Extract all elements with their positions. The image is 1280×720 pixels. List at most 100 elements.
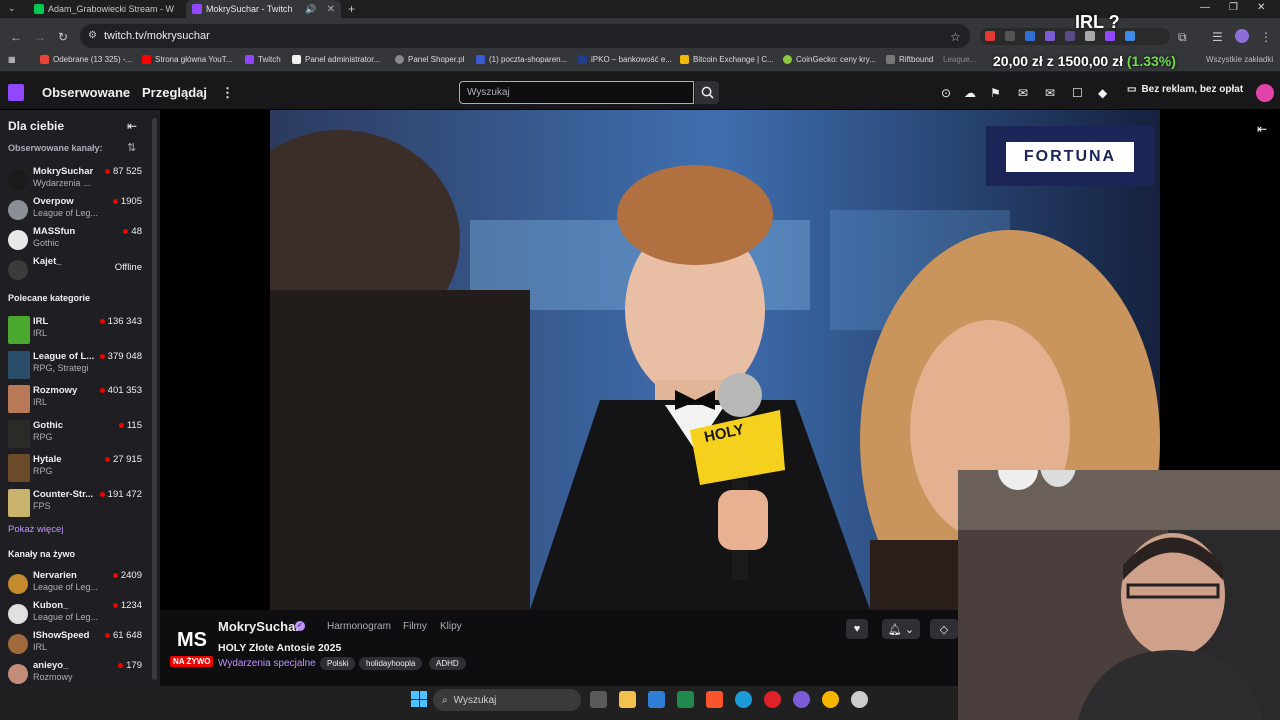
file-explorer-icon[interactable] <box>619 691 636 708</box>
speaker-icon[interactable]: 🔊 <box>305 4 316 15</box>
bookmark-star-icon[interactable]: ☆ <box>950 30 961 44</box>
twitch-logo-icon[interactable] <box>8 84 24 101</box>
category-thumbnail <box>8 489 30 517</box>
channel-item[interactable]: Nervarien League of Leg... 2409 <box>0 570 150 602</box>
tag-pill[interactable]: holidayhoopla <box>359 657 423 670</box>
close-icon[interactable]: ✕ <box>327 4 335 15</box>
extension-icon[interactable] <box>1125 31 1135 41</box>
profile-avatar[interactable] <box>1235 29 1249 43</box>
heart-icon: ♥ <box>853 623 861 635</box>
category-item[interactable]: Rozmowy IRL 401 353 <box>0 385 150 417</box>
sort-icon[interactable]: ⇅ <box>127 141 136 154</box>
apps-grid-icon[interactable]: ▦ <box>8 55 16 64</box>
browser-tab-active[interactable]: MokrySuchar - Twitch 🔊 ✕ <box>186 0 341 18</box>
more-kebab-icon[interactable]: ⋮ <box>221 85 234 101</box>
back-icon[interactable]: ← <box>10 30 22 44</box>
settings-gear-icon[interactable] <box>851 691 868 708</box>
bookmark-item[interactable]: League... <box>943 55 976 64</box>
extensions-puzzle-icon[interactable]: ⧉ <box>1178 30 1187 45</box>
tag-pill[interactable]: Polski <box>320 657 356 670</box>
notifications-button[interactable]: 🔔︎ ⌄ <box>882 619 920 639</box>
restore-icon[interactable]: ❐ <box>1229 2 1238 13</box>
store-icon[interactable] <box>648 691 665 708</box>
follow-heart-button[interactable]: ♥ <box>846 619 868 639</box>
new-tab-button[interactable]: + <box>348 2 355 16</box>
whispers-icon[interactable]: ☐ <box>1072 86 1083 100</box>
channel-name[interactable]: MokrySuchar <box>218 619 300 634</box>
collapse-sidebar-icon[interactable]: ⇤ <box>127 119 137 133</box>
channel-item[interactable]: Kubon_ League of Leg... 1234 <box>0 600 150 632</box>
reload-icon[interactable]: ↻ <box>58 30 68 44</box>
search-button[interactable] <box>695 81 719 104</box>
menu-kebab-icon[interactable]: ⋮ <box>1260 30 1272 44</box>
channel-avatar[interactable]: MS <box>172 620 212 660</box>
reading-list-icon[interactable]: ☰ <box>1212 30 1223 44</box>
channel-item[interactable]: Kajet_ Offline <box>0 256 150 288</box>
bookmark-item[interactable]: Panel Shoper.pl <box>395 55 465 64</box>
close-window-icon[interactable]: ✕ <box>1257 2 1265 13</box>
tag-pill[interactable]: ADHD <box>429 657 466 670</box>
bookmark-item[interactable]: Strona główna YouT... <box>142 55 232 64</box>
address-bar[interactable] <box>80 24 970 48</box>
brave-icon[interactable] <box>706 691 723 708</box>
crown-icon[interactable]: ⊙ <box>941 86 951 100</box>
windows-start-icon[interactable] <box>411 691 427 707</box>
sidebar-scrollbar[interactable] <box>152 118 157 680</box>
excel-icon[interactable] <box>677 691 694 708</box>
channel-item[interactable]: IShowSpeed IRL 61 648 <box>0 630 150 662</box>
prime-icon[interactable]: ☁ <box>964 86 976 100</box>
bookmark-item[interactable]: Twitch <box>245 55 281 64</box>
extension-icon[interactable] <box>1065 31 1075 41</box>
extension-icon[interactable] <box>1025 31 1035 41</box>
task-view-icon[interactable] <box>590 691 607 708</box>
bookmark-item[interactable]: Bitcoin Exchange | C... <box>680 55 774 64</box>
extension-icon[interactable] <box>1045 31 1055 41</box>
messages-icon[interactable]: ✉ <box>1045 86 1055 100</box>
category-item[interactable]: League of L... RPG, Strategi 379 048 <box>0 350 150 383</box>
category-item[interactable]: Hytale RPG 27 915 <box>0 454 150 486</box>
show-more-link[interactable]: Pokaż więcej <box>8 524 63 535</box>
subscribe-button[interactable]: ◇ <box>930 619 958 639</box>
browser-tab[interactable]: Adam_Grabowiecki Stream - W ✕ <box>28 0 178 18</box>
mail-icon <box>476 55 485 64</box>
minimize-icon[interactable]: — <box>1200 2 1210 13</box>
site-info-icon[interactable]: ⚙ <box>88 30 97 41</box>
bookmark-item[interactable]: iPKO – bankowość e... <box>578 55 672 64</box>
no-ads-button[interactable]: ▭ Bez reklam, bez opłat <box>1127 84 1243 95</box>
edge-icon[interactable] <box>735 691 752 708</box>
tab-videos[interactable]: Filmy <box>403 621 427 632</box>
discord-icon[interactable] <box>793 691 810 708</box>
extension-icon[interactable] <box>985 31 995 41</box>
forward-icon[interactable]: → <box>34 30 46 44</box>
bookmark-item[interactable]: Odebrane (13 325) -... <box>40 55 132 64</box>
tab-clips[interactable]: Klipy <box>440 621 462 632</box>
channel-item[interactable]: MASSfun Gothic 48 <box>0 226 150 258</box>
category-item[interactable]: IRL IRL 136 343 <box>0 316 150 348</box>
drops-icon[interactable]: ⚑ <box>990 86 1001 100</box>
tab-search-icon[interactable]: ⌄ <box>8 3 16 14</box>
taskbar-search[interactable]: ⌕ Wyszukaj <box>433 689 581 711</box>
user-avatar[interactable] <box>1256 84 1274 102</box>
chrome-icon[interactable] <box>822 691 839 708</box>
category-item[interactable]: Counter-Str... FPS 191 472 <box>0 489 150 521</box>
bookmark-item[interactable]: Panel administrator... <box>292 55 380 64</box>
tab-schedule[interactable]: Harmonogram <box>327 621 391 632</box>
search-input[interactable]: Wyszukaj <box>459 81 694 104</box>
category-item[interactable]: Gothic RPG 115 <box>0 419 150 452</box>
bookmark-item[interactable]: Riftbound <box>886 55 933 64</box>
stream-category[interactable]: Wydarzenia specjalne <box>218 658 316 669</box>
url-text[interactable]: twitch.tv/mokrysuchar <box>104 30 210 42</box>
opera-icon[interactable] <box>764 691 781 708</box>
channel-subtitle: League of Leg... <box>33 582 99 592</box>
bookmark-item[interactable]: CoinGecko: ceny kry... <box>783 55 876 64</box>
nav-followed[interactable]: Obserwowane <box>42 85 130 100</box>
channel-item[interactable]: MokrySuchar Wydarzenia ... 87 525 <box>0 166 150 198</box>
extension-icon[interactable] <box>1005 31 1015 41</box>
all-bookmarks[interactable]: Wszystkie zakładki <box>1206 55 1273 64</box>
bookmark-item[interactable]: (1) poczta-shoparen... <box>476 55 567 64</box>
bits-icon[interactable]: ◆ <box>1098 86 1107 100</box>
nav-browse[interactable]: Przeglądaj <box>142 85 207 100</box>
inbox-icon[interactable]: ✉ <box>1018 86 1028 100</box>
channel-item[interactable]: Overpow League of Leg... 1905 <box>0 196 150 228</box>
expand-chat-icon[interactable]: ⇤ <box>1257 122 1267 136</box>
